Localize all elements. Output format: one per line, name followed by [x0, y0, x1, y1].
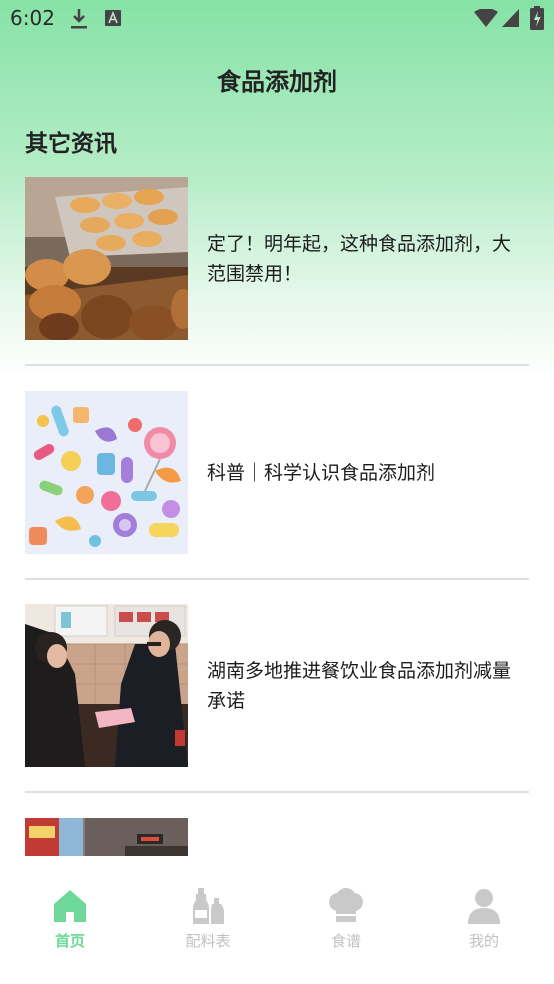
news-item[interactable]: [25, 818, 529, 856]
news-item[interactable]: 科普｜科学认识食品添加剂: [25, 391, 529, 554]
tab-label: 配料表: [185, 932, 231, 950]
app-notification-icon: [105, 10, 121, 26]
wifi-icon: [474, 9, 498, 27]
tab-label: 首页: [54, 932, 85, 950]
tab-recipes[interactable]: 食谱: [301, 888, 391, 952]
tab-ingredients[interactable]: 配料表: [163, 888, 253, 952]
tab-label: 我的: [468, 932, 499, 950]
status-bar: 6:02: [0, 0, 554, 40]
news-item[interactable]: 湖南多地推进餐饮业食品添加剂减量承诺: [25, 604, 529, 767]
news-thumbnail-inspection: [25, 604, 188, 767]
news-thumbnail-store: [25, 818, 188, 856]
tab-label: 食谱: [330, 932, 361, 950]
divider: [25, 791, 529, 793]
news-title: 科普｜科学认识食品添加剂: [207, 461, 436, 484]
news-title: 定了！明年起，这种食品添加剂，大范围禁用！: [207, 232, 512, 285]
news-item[interactable]: 定了！明年起，这种食品添加剂，大范围禁用！: [25, 177, 529, 340]
page-title: 食品添加剂: [217, 68, 337, 96]
bottles-icon: [193, 888, 224, 924]
section-title: 其它资讯: [25, 131, 117, 157]
download-icon: [71, 9, 87, 29]
cellular-signal-icon: [502, 9, 519, 27]
news-title: 湖南多地推进餐饮业食品添加剂减量承诺: [207, 659, 512, 712]
news-thumbnail-pastries: [25, 177, 188, 340]
home-icon: [54, 890, 86, 922]
chef-hat-icon: [329, 888, 363, 922]
bottom-tab-bar: 首页 配料表 食谱 我的: [0, 856, 554, 984]
user-icon: [468, 889, 500, 924]
divider: [25, 578, 529, 580]
news-thumbnail-candies: [25, 391, 188, 554]
divider: [25, 364, 529, 366]
status-time: 6:02: [10, 6, 55, 30]
tab-home[interactable]: 首页: [25, 888, 115, 952]
battery-charging-icon: [530, 6, 544, 30]
tab-profile[interactable]: 我的: [439, 888, 529, 952]
